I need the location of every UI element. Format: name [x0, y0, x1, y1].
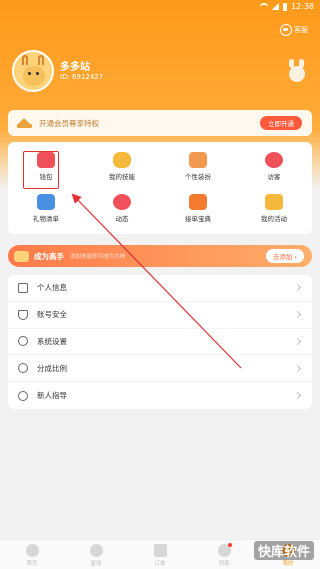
- chevron-right-icon: [293, 311, 302, 319]
- antler-icon: [22, 55, 28, 65]
- menu-label: 个人信息: [37, 283, 67, 293]
- nav-label: 首页: [26, 561, 38, 567]
- avatar-eye: [28, 72, 31, 75]
- chevron-right-icon: [293, 284, 302, 292]
- grid-label: 个性装扮: [185, 173, 211, 181]
- nav-planet[interactable]: 星球: [64, 540, 128, 569]
- grid-item-activities[interactable]: 我的活动: [236, 188, 312, 230]
- username: 多多站: [60, 62, 90, 73]
- become-expert-banner[interactable]: 成为高手 添加技能即可成为大神 去添加 ›: [8, 245, 312, 267]
- nav-label: 订单: [154, 561, 166, 567]
- grid-label: 我的技能: [109, 173, 135, 181]
- grid-label: 礼物清单: [33, 215, 59, 223]
- feature-grid: 钱包 我的技能 个性装扮 访客 礼物清单 动态 接单宝典 我的活动: [8, 142, 312, 234]
- grid-item-gifts[interactable]: 礼物清单: [8, 188, 84, 230]
- home-icon: [25, 544, 39, 557]
- customer-service-label: 客服: [294, 26, 308, 34]
- menu-label: 分成比例: [37, 363, 67, 373]
- shield-icon: [18, 309, 28, 320]
- antler-icon: [38, 55, 44, 65]
- watermark: 快库软件: [253, 541, 314, 560]
- nav-label: 我的: [282, 561, 294, 567]
- crown-icon: [17, 118, 32, 128]
- star-icon: [113, 194, 131, 210]
- planet-icon: [89, 544, 103, 557]
- unread-dot: [228, 543, 232, 547]
- wifi-icon: [259, 3, 268, 10]
- headset-icon: [280, 24, 292, 36]
- shirt-icon: [189, 152, 207, 168]
- chevron-right-icon: [293, 337, 302, 346]
- grid-label: 动态: [115, 215, 129, 223]
- nav-messages[interactable]: 消息: [192, 540, 256, 569]
- settings-menu: 个人信息 账号安全 系统设置 分成比例 新人指导: [8, 275, 312, 409]
- promo-subtitle: 添加技能即可成为大神: [70, 254, 126, 260]
- grid-label: 接单宝典: [185, 215, 211, 223]
- avatar[interactable]: [12, 50, 54, 92]
- menu-label: 账号安全: [37, 310, 67, 320]
- book-icon: [189, 194, 207, 210]
- visitor-icon: [265, 152, 283, 168]
- chevron-right-icon: [293, 364, 302, 372]
- gift-icon: [37, 194, 55, 210]
- edit-icon: [18, 282, 28, 293]
- expert-badge-icon: [14, 250, 29, 262]
- grid-label: 访客: [267, 173, 281, 181]
- vip-banner[interactable]: 开通会员尊享特权 立即开通: [8, 110, 312, 136]
- menu-label: 系统设置: [37, 336, 67, 346]
- battery-icon: [282, 2, 287, 11]
- help-icon: [18, 390, 28, 401]
- chevron-right-icon: [293, 392, 302, 400]
- grid-label: 我的活动: [261, 215, 287, 223]
- customer-service-button[interactable]: 客服: [280, 24, 308, 36]
- pie-chart-icon: [18, 363, 28, 374]
- avatar-eye: [36, 72, 39, 75]
- menu-item-account-security[interactable]: 账号安全: [8, 302, 312, 329]
- menu-item-revenue-share[interactable]: 分成比例: [8, 355, 312, 383]
- vip-text: 开通会员尊享特权: [39, 118, 99, 128]
- menu-item-profile[interactable]: 个人信息: [8, 275, 312, 302]
- nav-home[interactable]: 首页: [0, 540, 64, 569]
- gamepad-icon: [113, 152, 131, 168]
- vip-open-button[interactable]: 立即开通: [260, 116, 302, 130]
- menu-item-newbie-guide[interactable]: 新人指导: [8, 382, 312, 409]
- grid-item-visitors[interactable]: 访客: [236, 146, 312, 188]
- grid-item-skills[interactable]: 我的技能: [84, 146, 160, 188]
- gear-icon: [18, 336, 28, 347]
- avatar-face: [23, 66, 45, 86]
- status-time: 12:38: [290, 2, 314, 11]
- highlight-box: [23, 151, 59, 189]
- status-bar: 12:38: [0, 0, 320, 14]
- grid-item-dressup[interactable]: 个性装扮: [160, 146, 236, 188]
- nav-label: 消息: [218, 561, 230, 567]
- nav-label: 星球: [90, 561, 102, 567]
- add-skill-button[interactable]: 去添加 ›: [265, 249, 304, 263]
- mascot-icon: [284, 58, 310, 84]
- menu-item-system-settings[interactable]: 系统设置: [8, 329, 312, 356]
- activity-icon: [265, 194, 283, 210]
- signal-icon: [271, 3, 279, 10]
- menu-label: 新人指导: [37, 391, 67, 401]
- grid-item-moments[interactable]: 动态: [84, 188, 160, 230]
- order-icon: [153, 544, 167, 557]
- user-id: ID: 6912427: [60, 73, 104, 81]
- promo-title: 成为高手: [34, 251, 64, 261]
- grid-item-guide-book[interactable]: 接单宝典: [160, 188, 236, 230]
- nav-orders[interactable]: 订单: [128, 540, 192, 569]
